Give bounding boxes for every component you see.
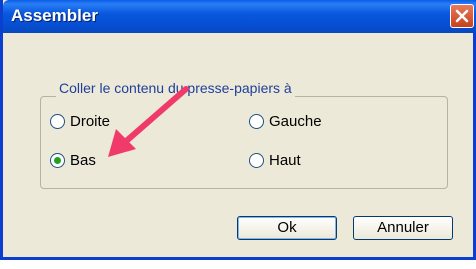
radio-label: Gauche [269,113,322,130]
radio-label: Haut [269,152,301,169]
close-icon [455,9,469,23]
radio-circle-selected[interactable] [50,153,65,168]
radio-label: Bas [70,152,96,169]
radio-gauche[interactable]: Gauche [249,113,322,130]
radio-circle[interactable] [50,114,65,129]
cancel-button[interactable]: Annuler [353,216,453,240]
close-button[interactable] [450,4,474,28]
radio-selected-dot [54,157,61,164]
annotation-arrow-icon [108,86,189,157]
ok-button[interactable]: Ok [237,216,337,240]
radio-circle[interactable] [249,153,264,168]
dialog-title: Assembler [11,6,98,25]
title-bar[interactable]: Assembler [3,0,476,33]
radio-bas[interactable]: Bas [50,152,96,169]
dialog-window: Assembler Coller le contenu du presse-pa… [0,0,476,260]
radio-circle[interactable] [249,114,264,129]
radio-haut[interactable]: Haut [249,152,301,169]
